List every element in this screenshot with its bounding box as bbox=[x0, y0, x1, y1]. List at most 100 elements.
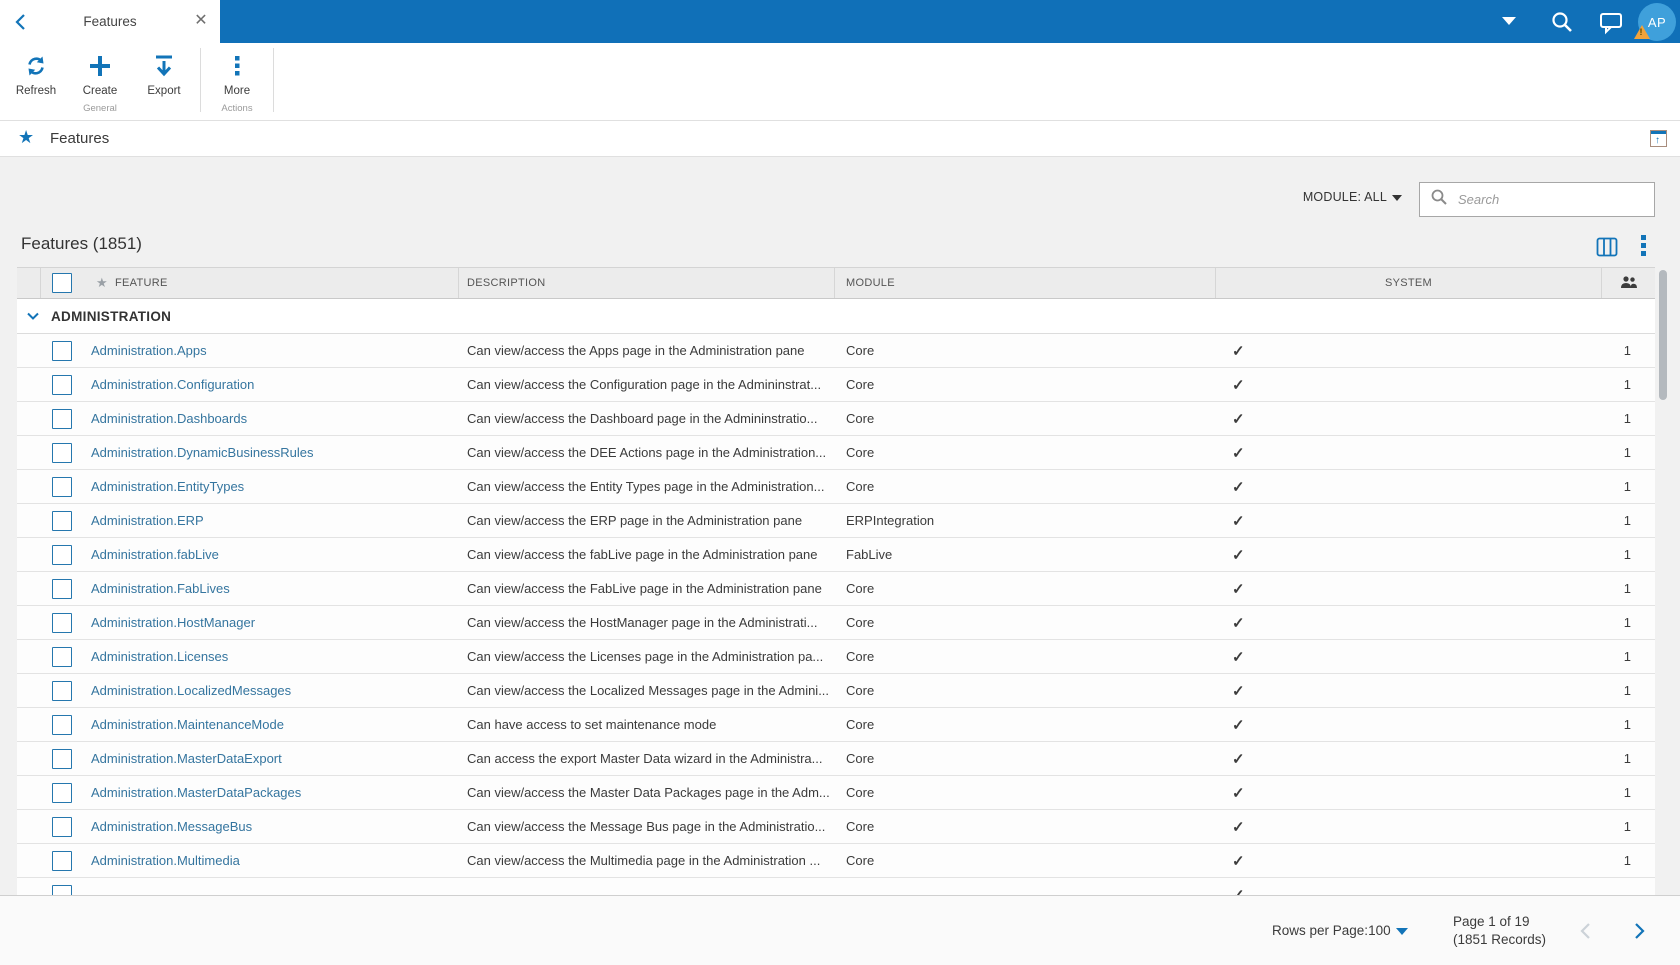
system-column-header[interactable]: SYSTEM bbox=[1216, 268, 1602, 298]
table-row[interactable]: Administration.MasterDataExport Can acce… bbox=[17, 742, 1655, 776]
row-checkbox[interactable] bbox=[52, 816, 72, 837]
table-row[interactable]: Administration.MasterDataPackages Can vi… bbox=[17, 776, 1655, 810]
grid-menu-icon[interactable] bbox=[1641, 235, 1646, 259]
feature-module: Core bbox=[846, 479, 875, 494]
feature-column-header[interactable]: ★ FEATURE bbox=[90, 268, 459, 298]
people-icon bbox=[1620, 275, 1638, 292]
table-row[interactable]: Administration.Apps Can view/access the … bbox=[17, 334, 1655, 368]
favorite-star-icon[interactable]: ★ bbox=[18, 127, 34, 148]
feature-description: Can have access to set maintenance mode bbox=[467, 717, 717, 732]
feature-link[interactable]: Administration.DynamicBusinessRules bbox=[91, 445, 314, 460]
tabs-dropdown-icon[interactable] bbox=[1502, 17, 1516, 25]
search-icon[interactable] bbox=[1549, 9, 1575, 35]
table-row[interactable]: Administration.HostManager Can view/acce… bbox=[17, 606, 1655, 640]
feature-description: Can view/access the fabLive page in the … bbox=[467, 547, 818, 562]
search-icon bbox=[1430, 188, 1448, 211]
table-row[interactable]: Administration.LocalizedMessages Can vie… bbox=[17, 674, 1655, 708]
row-checkbox[interactable] bbox=[52, 714, 72, 735]
grid-title: Features (1851) bbox=[21, 234, 142, 253]
row-checkbox[interactable] bbox=[52, 850, 72, 871]
plus-icon bbox=[87, 53, 113, 81]
row-checkbox[interactable] bbox=[52, 374, 72, 395]
usage-count: 1 bbox=[1623, 717, 1631, 732]
search-box bbox=[1419, 182, 1655, 217]
select-all-checkbox[interactable] bbox=[52, 273, 72, 293]
feature-description: Can view/access the FabLive page in the … bbox=[467, 581, 822, 596]
module-filter-label: MODULE: ALL bbox=[1302, 190, 1387, 204]
table-row-partial[interactable]: ✓ bbox=[17, 878, 1655, 895]
row-checkbox[interactable] bbox=[52, 612, 72, 633]
collapse-group-icon[interactable] bbox=[23, 306, 43, 326]
expand-panel-icon[interactable]: ↑ bbox=[1650, 130, 1667, 147]
row-checkbox[interactable] bbox=[52, 748, 72, 769]
users-column-header[interactable] bbox=[1602, 268, 1655, 298]
feature-link[interactable]: Administration.Multimedia bbox=[91, 853, 240, 868]
description-column-header[interactable]: DESCRIPTION bbox=[459, 268, 835, 298]
tab-title: Features bbox=[83, 14, 137, 29]
row-checkbox[interactable] bbox=[52, 510, 72, 531]
module-column-header[interactable]: MODULE bbox=[835, 268, 1216, 298]
create-button[interactable]: Create bbox=[71, 49, 129, 111]
row-checkbox[interactable] bbox=[52, 340, 72, 361]
table-row[interactable]: Administration.ERP Can view/access the E… bbox=[17, 504, 1655, 538]
feature-link[interactable]: Administration.Configuration bbox=[91, 377, 254, 392]
row-checkbox[interactable] bbox=[52, 544, 72, 565]
refresh-button[interactable]: Refresh bbox=[7, 49, 65, 111]
feature-link[interactable]: Administration.MasterDataPackages bbox=[91, 785, 301, 800]
feature-link[interactable]: Administration.FabLives bbox=[91, 581, 230, 596]
table-row[interactable]: Administration.Licenses Can view/access … bbox=[17, 640, 1655, 674]
feature-link[interactable]: Administration.EntityTypes bbox=[91, 479, 244, 494]
module-filter-dropdown[interactable]: MODULE: ALL bbox=[1280, 190, 1402, 204]
columns-icon[interactable] bbox=[1596, 237, 1618, 257]
group-row-administration[interactable]: ADMINISTRATION bbox=[17, 299, 1655, 334]
row-checkbox[interactable] bbox=[52, 408, 72, 429]
row-checkbox[interactable] bbox=[52, 442, 72, 463]
table-row[interactable]: Administration.MessageBus Can view/acces… bbox=[17, 810, 1655, 844]
system-check-icon: ✓ bbox=[1232, 478, 1245, 496]
system-check-icon: ✓ bbox=[1232, 444, 1245, 462]
feature-link[interactable]: Administration.MaintenanceMode bbox=[91, 717, 284, 732]
more-button[interactable]: More bbox=[208, 49, 266, 111]
row-checkbox[interactable] bbox=[52, 646, 72, 667]
table-row[interactable]: Administration.FabLives Can view/access … bbox=[17, 572, 1655, 606]
feature-link[interactable]: Administration.fabLive bbox=[91, 547, 219, 562]
usage-count: 1 bbox=[1623, 377, 1631, 392]
table-row[interactable]: Administration.Configuration Can view/ac… bbox=[17, 368, 1655, 402]
feature-link[interactable]: Administration.Licenses bbox=[91, 649, 228, 664]
row-checkbox[interactable] bbox=[52, 680, 72, 701]
table-row[interactable]: Administration.EntityTypes Can view/acce… bbox=[17, 470, 1655, 504]
export-button[interactable]: Export bbox=[135, 49, 193, 111]
next-page-icon[interactable] bbox=[1628, 920, 1650, 942]
table-row[interactable]: Administration.Dashboards Can view/acces… bbox=[17, 402, 1655, 436]
feature-link[interactable]: Administration.LocalizedMessages bbox=[91, 683, 291, 698]
feature-link[interactable]: Administration.Dashboards bbox=[91, 411, 247, 426]
usage-count: 1 bbox=[1623, 853, 1631, 868]
feature-module: FabLive bbox=[846, 547, 893, 562]
row-checkbox[interactable] bbox=[52, 476, 72, 497]
table-row[interactable]: Administration.MaintenanceMode Can have … bbox=[17, 708, 1655, 742]
feature-link[interactable]: Administration.ERP bbox=[91, 513, 204, 528]
table-row[interactable]: Administration.fabLive Can view/access t… bbox=[17, 538, 1655, 572]
feature-link[interactable]: Administration.MasterDataExport bbox=[91, 751, 282, 766]
row-checkbox[interactable] bbox=[52, 578, 72, 599]
feature-link[interactable]: Administration.Apps bbox=[91, 343, 207, 358]
avatar-initials: AP bbox=[1647, 14, 1667, 30]
row-checkbox[interactable] bbox=[52, 884, 72, 895]
close-tab-icon[interactable]: ✕ bbox=[192, 12, 210, 30]
record-count-text: (1851 Records) bbox=[1453, 932, 1547, 947]
table-row[interactable]: Administration.Multimedia Can view/acces… bbox=[17, 844, 1655, 878]
create-label: Create bbox=[82, 85, 118, 97]
table-row[interactable]: Administration.DynamicBusinessRules Can … bbox=[17, 436, 1655, 470]
search-input[interactable] bbox=[1456, 191, 1654, 208]
vertical-scrollbar[interactable] bbox=[1659, 270, 1667, 400]
warning-badge-icon[interactable]: ! bbox=[1634, 25, 1650, 39]
rows-per-page-dropdown[interactable]: Rows per Page:100 bbox=[1272, 923, 1408, 938]
row-checkbox[interactable] bbox=[52, 782, 72, 803]
feature-description: Can view/access the HostManager page in … bbox=[467, 615, 818, 630]
feature-link[interactable]: Administration.HostManager bbox=[91, 615, 255, 630]
chat-icon[interactable] bbox=[1598, 9, 1624, 35]
active-tab[interactable]: Features ✕ bbox=[0, 0, 220, 43]
previous-page-icon[interactable] bbox=[1575, 920, 1597, 942]
chevron-down-icon bbox=[1392, 194, 1402, 201]
feature-link[interactable]: Administration.MessageBus bbox=[91, 819, 252, 834]
